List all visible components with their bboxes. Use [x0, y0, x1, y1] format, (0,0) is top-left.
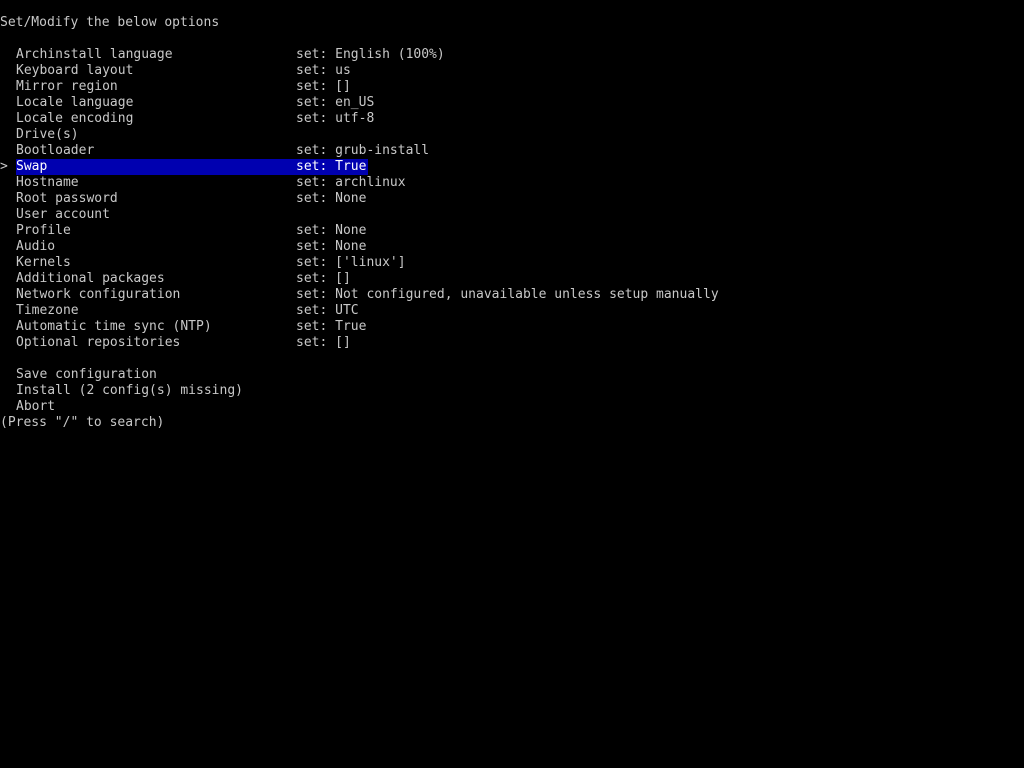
- menu-item-value: set: None: [296, 191, 367, 206]
- menu-item-label: Network configuration: [16, 287, 181, 302]
- menu-item-label: Profile: [16, 223, 71, 238]
- menu-item-value: set: us: [296, 63, 351, 78]
- menu-item-label: Keyboard layout: [16, 63, 134, 78]
- menu-item-label: Audio: [16, 239, 56, 254]
- menu-item-label: Automatic time sync (NTP): [16, 319, 212, 334]
- menu-item-label: Swap: [16, 159, 48, 174]
- menu-item-value: set: en_US: [296, 95, 375, 110]
- menu-item-value: set: True: [296, 159, 367, 174]
- menu-item-label: Mirror region: [16, 79, 118, 94]
- menu-item-value: set: UTC: [296, 303, 359, 318]
- selection-cursor-icon: >: [0, 159, 8, 174]
- menu-item-value: set: grub-install: [296, 143, 430, 158]
- menu-item-value: set: True: [296, 319, 367, 334]
- menu-item-value: set: utf-8: [296, 111, 375, 126]
- menu-item-value: set: Not configured, unavailable unless …: [296, 287, 719, 302]
- menu-item-label: Locale encoding: [16, 111, 134, 126]
- menu-item-label: Root password: [16, 191, 118, 206]
- menu-item-label: Bootloader: [16, 143, 95, 158]
- menu-item-value: set: []: [296, 271, 351, 286]
- menu-item-value: set: []: [296, 79, 351, 94]
- menu-item-label: Kernels: [16, 255, 71, 270]
- menu-item-value: set: ['linux']: [296, 255, 406, 270]
- search-hint: (Press "/" to search): [0, 415, 165, 430]
- menu-item-label: Hostname: [16, 175, 79, 190]
- terminal-console: Set/Modify the below options Archinstall…: [0, 0, 1024, 768]
- menu-header: Set/Modify the below options: [0, 15, 220, 30]
- menu-item-label: Timezone: [16, 303, 79, 318]
- menu-item-label: User account: [16, 207, 110, 222]
- install-button[interactable]: Install (2 config(s) missing): [16, 383, 243, 399]
- menu-item-label: Archinstall language: [16, 47, 173, 62]
- menu-item-value: set: None: [296, 239, 367, 254]
- menu-item-label: Locale language: [16, 95, 134, 110]
- menu-item-value: set: English (100%): [296, 47, 445, 62]
- menu-item-label: Drive(s): [16, 127, 79, 142]
- menu-item-value: set: []: [296, 335, 351, 350]
- save-configuration-button[interactable]: Save configuration: [16, 367, 157, 383]
- menu-item-label: Additional packages: [16, 271, 165, 286]
- menu-item-label: Optional repositories: [16, 335, 181, 350]
- menu-item-value: set: archlinux: [296, 175, 406, 190]
- abort-button[interactable]: Abort: [16, 399, 55, 415]
- menu-item-value: set: None: [296, 223, 367, 238]
